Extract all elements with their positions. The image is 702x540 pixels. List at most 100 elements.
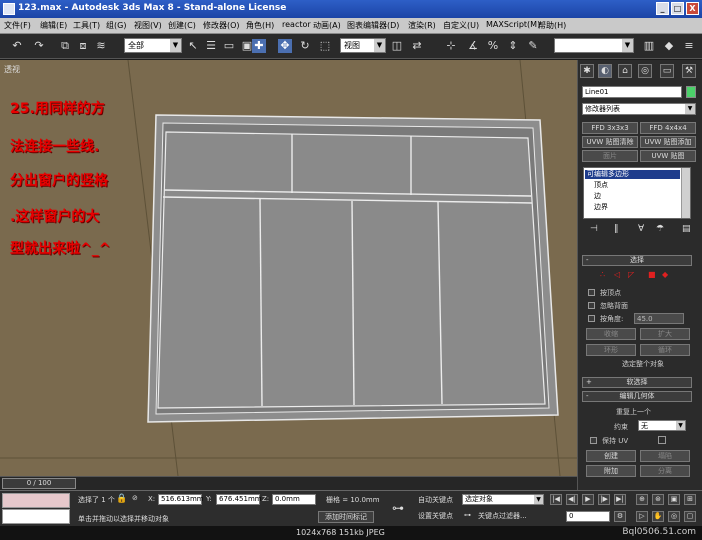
uvw-map-button[interactable]: UVW 贴图 <box>640 150 696 162</box>
named-selection-icon[interactable]: ✎ <box>526 39 540 53</box>
goto-end-icon[interactable]: ▶| <box>614 494 626 505</box>
next-frame-icon[interactable]: |▶ <box>598 494 610 505</box>
vertex-level-icon[interactable]: ∴ <box>600 270 605 279</box>
utilities-tab-icon[interactable]: ⚒ <box>682 64 696 78</box>
goto-start-icon[interactable]: |◀ <box>550 494 562 505</box>
menu-create[interactable]: 创建(C) <box>168 20 196 31</box>
display-tab-icon[interactable]: ▭ <box>660 64 674 78</box>
max-toggle-icon[interactable]: ▢ <box>684 511 696 522</box>
minimize-button[interactable]: _ <box>656 2 669 15</box>
edit-geometry-rollout[interactable]: - 编辑几何体 <box>582 391 692 402</box>
modifier-stack[interactable]: 可编辑多边形 顶点 边 边界 <box>583 167 691 219</box>
selection-filter-select[interactable]: 全部 ▼ <box>124 38 182 53</box>
move-icon[interactable]: ✥ <box>278 39 292 53</box>
by-angle-checkbox[interactable] <box>588 315 595 322</box>
x-coord-field[interactable]: 516.613mm <box>158 494 204 505</box>
zoom-extents-all-icon[interactable]: ⊞ <box>684 494 696 505</box>
select-manipulate-icon[interactable]: ⇄ <box>410 39 424 53</box>
create-button[interactable]: 创建 <box>586 450 636 462</box>
redo-icon[interactable]: ↷ <box>32 39 46 53</box>
by-vertex-checkbox[interactable] <box>588 289 595 296</box>
selection-rollout[interactable]: - 选择 <box>582 255 692 266</box>
preserve-uv-checkbox[interactable] <box>590 437 597 444</box>
modify-tab-icon[interactable]: ◐ <box>598 64 612 78</box>
snaps-toggle-icon[interactable]: ⊹ <box>444 39 458 53</box>
spinner-snap-icon[interactable]: ⇕ <box>506 39 520 53</box>
angle-spinner[interactable]: 45.0 <box>634 313 684 324</box>
zoom-icon[interactable]: ⊕ <box>636 494 648 505</box>
stack-item-edge[interactable]: 边 <box>594 192 601 201</box>
viewport-label[interactable]: 透视 <box>4 64 20 75</box>
collapse-button[interactable]: 塌陷 <box>640 450 690 462</box>
stack-item-border[interactable]: 边界 <box>594 203 608 212</box>
grow-button[interactable]: 扩大 <box>640 328 690 340</box>
lock-selection-icon[interactable]: 🔒 <box>116 494 127 504</box>
time-slider-thumb[interactable]: 0 / 100 <box>2 478 76 489</box>
stack-item-editable-poly[interactable]: 可编辑多边形 <box>585 170 680 179</box>
link-icon[interactable]: ⧉ <box>58 39 72 53</box>
time-config-icon[interactable]: ⚙ <box>614 511 626 522</box>
time-slider[interactable]: 0 / 100 <box>0 476 577 490</box>
menu-help[interactable]: 帮助(H) <box>538 20 566 31</box>
z-coord-field[interactable]: 0.0mm <box>272 494 316 505</box>
ffd444-button[interactable]: FFD 4x4x4 <box>640 122 696 134</box>
key-filters-icon[interactable]: ⊶ <box>464 511 471 519</box>
stack-item-vertex[interactable]: 顶点 <box>594 181 608 190</box>
constraint-select[interactable]: 无 ▼ <box>638 420 686 431</box>
maximize-button[interactable]: □ <box>671 2 684 15</box>
preserve-uv-settings-icon[interactable] <box>658 436 666 444</box>
align-icon[interactable]: ◆ <box>662 39 676 53</box>
zoom-extents-icon[interactable]: ▣ <box>668 494 680 505</box>
repeat-last-label[interactable]: 重复上一个 <box>616 407 651 417</box>
show-end-result-icon[interactable]: ‖ <box>614 224 619 234</box>
uvw-add-button[interactable]: UVW 贴图添加 <box>640 136 696 148</box>
configure-sets-icon[interactable]: ▤ <box>682 224 691 234</box>
element-level-icon[interactable]: ◆ <box>662 270 668 279</box>
reference-coord-select[interactable]: 视图 ▼ <box>340 38 386 53</box>
select-move-icon[interactable]: ✚ <box>252 39 266 53</box>
percent-snap-icon[interactable]: % <box>486 39 500 53</box>
rotate-icon[interactable]: ↻ <box>298 39 312 53</box>
key-filters-label[interactable]: 关键点过滤器... <box>478 511 527 521</box>
menu-group[interactable]: 组(G) <box>106 20 126 31</box>
rect-selection-icon[interactable]: ▭ <box>222 39 236 53</box>
create-tab-icon[interactable]: ✱ <box>580 64 594 78</box>
ring-button[interactable]: 环形 <box>586 344 636 356</box>
shrink-button[interactable]: 收缩 <box>586 328 636 340</box>
detach-button[interactable]: 分离 <box>640 465 690 477</box>
set-key-label[interactable]: 设置关键点 <box>418 511 453 521</box>
polygon-level-icon[interactable]: ■ <box>648 270 656 279</box>
menu-graph-editors[interactable]: 图表编辑器(D) <box>347 20 399 31</box>
angle-snap-icon[interactable]: ∡ <box>466 39 480 53</box>
layer-manager-icon[interactable]: ≡ <box>682 39 696 53</box>
absolute-mode-icon[interactable]: ⊘ <box>132 494 138 502</box>
named-selection-select[interactable]: ▼ <box>554 38 634 53</box>
pin-stack-icon[interactable]: ⊣ <box>590 224 598 234</box>
hierarchy-tab-icon[interactable]: ⌂ <box>618 64 632 78</box>
select-by-name-icon[interactable]: ☰ <box>204 39 218 53</box>
maxscript-listener-white[interactable] <box>2 509 70 524</box>
menu-customize[interactable]: 自定义(U) <box>443 20 479 31</box>
maxscript-listener-pink[interactable] <box>2 493 70 508</box>
soft-selection-rollout[interactable]: + 软选择 <box>582 377 692 388</box>
motion-tab-icon[interactable]: ◎ <box>638 64 652 78</box>
key-mode-select[interactable]: 选定对象 ▼ <box>462 494 544 505</box>
menu-rendering[interactable]: 渲染(R) <box>408 20 436 31</box>
prev-frame-icon[interactable]: ◀| <box>566 494 578 505</box>
object-name-field[interactable]: Line01 <box>582 86 682 98</box>
menu-tools[interactable]: 工具(T) <box>73 20 100 31</box>
orbit-icon[interactable]: ◎ <box>668 511 680 522</box>
ignore-backfacing-checkbox[interactable] <box>588 302 595 309</box>
menu-maxscript[interactable]: MAXScript(M) <box>486 20 540 29</box>
undo-icon[interactable]: ↶ <box>10 39 24 53</box>
remove-modifier-icon[interactable]: ☂ <box>656 224 664 234</box>
perspective-viewport[interactable]: 透视 25.用同样的方 法连接一些线. 分出窗户的竖格 .这样窗户的大 型就出来… <box>0 60 577 476</box>
border-level-icon[interactable]: ◸ <box>628 270 634 279</box>
bind-spacewarp-icon[interactable]: ≋ <box>94 39 108 53</box>
menu-character[interactable]: 角色(H) <box>246 20 274 31</box>
y-coord-field[interactable]: 676.451mm <box>216 494 262 505</box>
edge-level-icon[interactable]: ◁ <box>614 270 620 279</box>
select-object-icon[interactable]: ↖ <box>186 39 200 53</box>
play-icon[interactable]: ▶ <box>582 494 594 505</box>
stack-scrollbar[interactable] <box>681 168 690 218</box>
